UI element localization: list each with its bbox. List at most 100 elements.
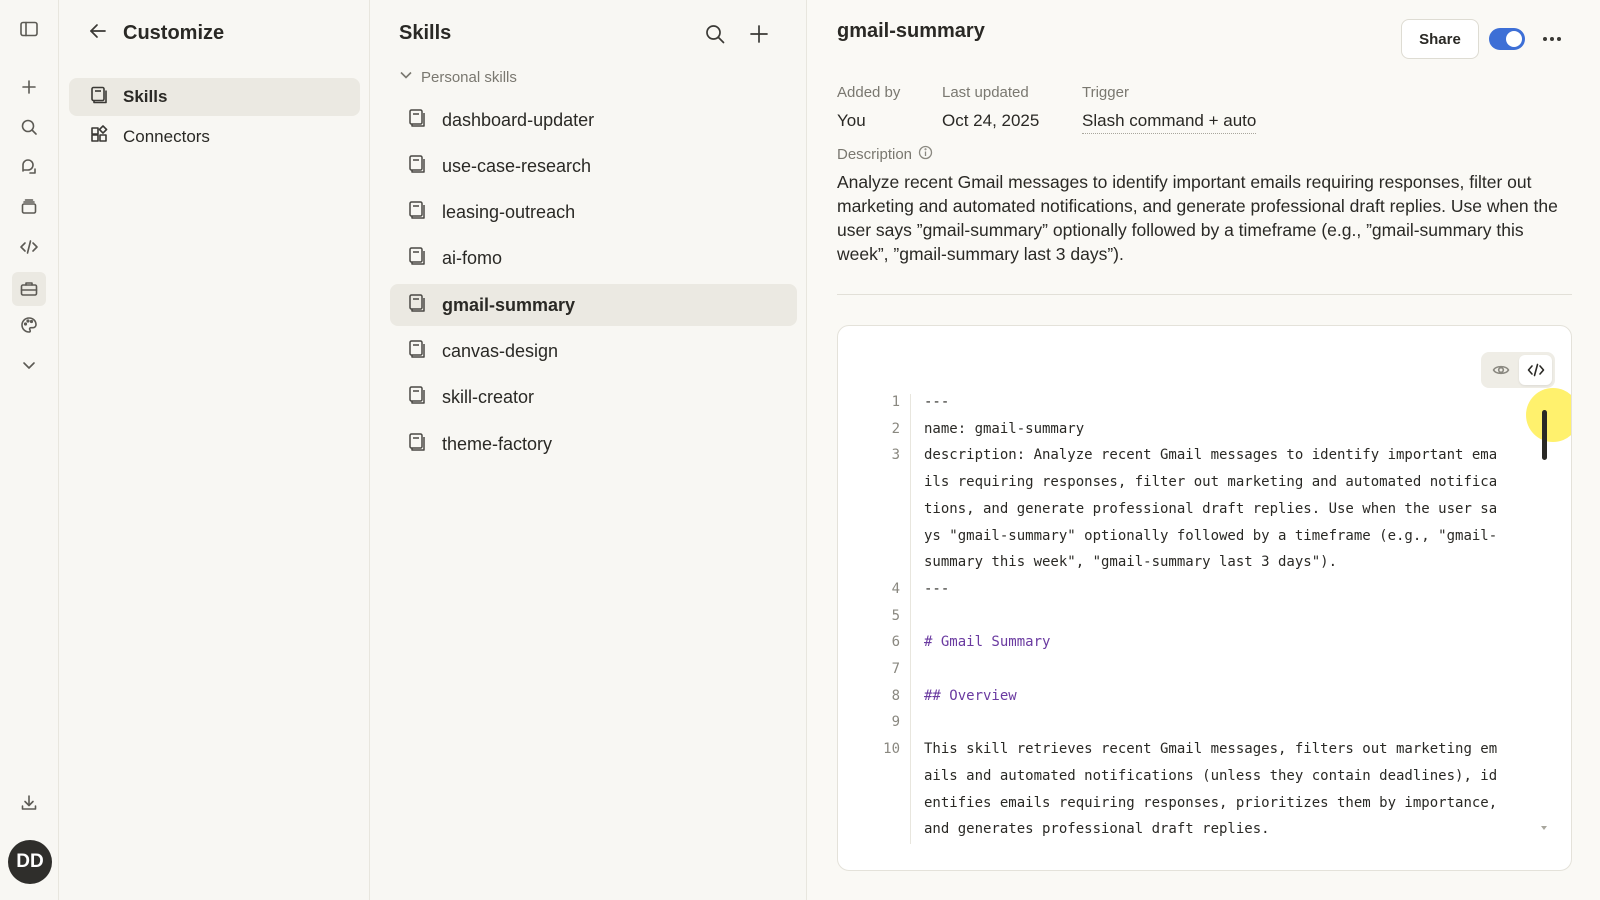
line-number: 10	[883, 741, 900, 758]
projects-icon[interactable]	[16, 194, 42, 220]
skill-file-icon	[406, 384, 428, 411]
skills-icon	[89, 85, 109, 110]
line-number: 1	[891, 394, 900, 410]
code-line: # Gmail Summary	[924, 634, 1051, 651]
gutter-divider	[910, 394, 911, 844]
skill-item[interactable]: ai-fomo	[390, 238, 797, 280]
meta-value: Oct 24, 2025	[942, 111, 1040, 130]
skill-name: gmail-summary	[837, 20, 985, 42]
add-skill-icon[interactable]	[747, 22, 771, 46]
code-line: ## Overview	[924, 687, 1017, 704]
left-rail: DD	[0, 0, 59, 900]
description-label-text: Description	[837, 146, 913, 163]
search-icon[interactable]	[16, 114, 42, 140]
code-line: summary this week", "gmail-summary last …	[924, 554, 1338, 571]
avatar[interactable]: DD	[8, 840, 52, 884]
code-icon[interactable]	[16, 234, 42, 260]
skill-item[interactable]: leasing-outreach	[390, 192, 797, 234]
group-label: Personal skills	[421, 68, 517, 86]
skill-item-label: leasing-outreach	[442, 202, 576, 223]
scrollbar-thumb[interactable]	[1542, 410, 1547, 460]
skills-title: Skills	[399, 22, 452, 44]
meta-label: Added by	[837, 84, 901, 101]
line-number: 9	[891, 714, 900, 731]
skill-file-icon	[406, 431, 428, 458]
skill-file-icon	[406, 153, 428, 180]
new-chat-icon[interactable]	[16, 74, 42, 100]
nav-item-label: Skills	[123, 87, 168, 106]
description-label: Description	[837, 145, 933, 164]
skill-item[interactable]: theme-factory	[390, 423, 797, 465]
skill-file-icon	[406, 199, 428, 226]
toolbox-icon[interactable]	[12, 272, 46, 306]
description-text: Analyze recent Gmail messages to identif…	[837, 172, 1558, 264]
preview-eye-icon[interactable]	[1484, 355, 1517, 385]
connectors-icon	[89, 124, 109, 150]
code-line: and generates professional draft replies…	[924, 821, 1270, 838]
nav-item-label: Connectors	[123, 127, 210, 146]
line-number: 2	[891, 420, 900, 437]
meta-label: Trigger	[1082, 84, 1129, 101]
personal-skills-group[interactable]: Personal skills	[399, 68, 517, 86]
meta-added-by: Added by You	[837, 84, 900, 131]
divider	[837, 294, 1572, 295]
skill-file-icon	[406, 338, 428, 365]
code-line: entifies emails requiring responses, pri…	[924, 794, 1498, 811]
chats-icon[interactable]	[16, 154, 42, 180]
code-line: ---	[924, 394, 950, 410]
code-line: ails and automated notifications (unless…	[924, 767, 1498, 784]
code-line: ys "gmail-summary" optionally followed b…	[924, 527, 1498, 544]
meta-trigger: Trigger Slash command + auto	[1082, 84, 1257, 134]
skill-item-label: ai-fomo	[442, 248, 503, 269]
code-line: tions, and generate professional draft r…	[924, 500, 1498, 517]
enable-toggle[interactable]	[1489, 28, 1525, 50]
scroll-down-arrow[interactable]	[1541, 826, 1547, 830]
skill-item-label: gmail-summary	[442, 294, 576, 315]
skill-detail: gmail-summary Share Added by You Last up…	[807, 0, 1600, 900]
line-number: 3	[891, 447, 900, 464]
skill-item[interactable]: gmail-summary	[390, 284, 797, 327]
skill-item-label: canvas-design	[442, 341, 559, 361]
view-mode-toggle	[1481, 352, 1555, 388]
chevron-down-icon[interactable]	[16, 352, 42, 378]
skill-item-label: use-case-research	[442, 155, 592, 176]
line-number: 6	[891, 634, 900, 651]
nav-item-connectors[interactable]: Connectors	[69, 118, 360, 156]
skills-panel: Skills Personal skills dashboard-updater…	[370, 0, 807, 900]
palette-icon[interactable]	[16, 312, 42, 338]
customize-panel: Customize Skills Connectors	[59, 0, 370, 900]
skill-item-label: skill-creator	[442, 387, 535, 408]
skill-source-editor[interactable]: 1 --- 2 name: gmail-summary 3 description: An…	[837, 325, 1572, 871]
skill-file-icon	[406, 292, 428, 319]
skill-item-label: theme-factory	[442, 433, 553, 454]
skill-item[interactable]: dashboard-updater	[390, 99, 797, 141]
skill-item[interactable]: use-case-research	[390, 145, 797, 187]
sidebar-toggle-icon[interactable]	[16, 16, 42, 42]
info-icon[interactable]	[918, 145, 933, 164]
code-line: ---	[924, 580, 950, 597]
more-options-icon[interactable]	[1540, 28, 1564, 50]
skill-item[interactable]: canvas-design	[390, 331, 797, 373]
skill-file-icon	[406, 107, 428, 134]
line-number: 5	[891, 607, 900, 624]
trigger-value[interactable]: Slash command + auto	[1082, 111, 1257, 134]
chevron-down-icon	[399, 68, 413, 86]
meta-label: Last updated	[942, 84, 1029, 101]
page-title: Customize	[123, 22, 225, 44]
meta-value: You	[837, 111, 866, 130]
code-line: description: Analyze recent Gmail messag…	[924, 447, 1498, 464]
line-number: 7	[891, 661, 900, 677]
skill-item-label: dashboard-updater	[442, 109, 595, 130]
line-number: 8	[891, 687, 900, 704]
meta-last-updated: Last updated Oct 24, 2025	[942, 84, 1039, 131]
skill-item[interactable]: skill-creator	[390, 377, 797, 419]
share-button[interactable]: Share	[1401, 19, 1479, 59]
code-line: ils requiring responses, filter out mark…	[924, 474, 1498, 491]
skill-file-icon	[406, 245, 428, 272]
code-view-icon[interactable]	[1519, 355, 1552, 385]
nav-item-skills[interactable]: Skills	[69, 78, 360, 116]
download-icon[interactable]	[16, 790, 42, 816]
code-line: This skill retrieves recent Gmail messag…	[924, 741, 1498, 758]
back-arrow-icon[interactable]	[87, 20, 109, 47]
search-skills-icon[interactable]	[703, 22, 727, 46]
